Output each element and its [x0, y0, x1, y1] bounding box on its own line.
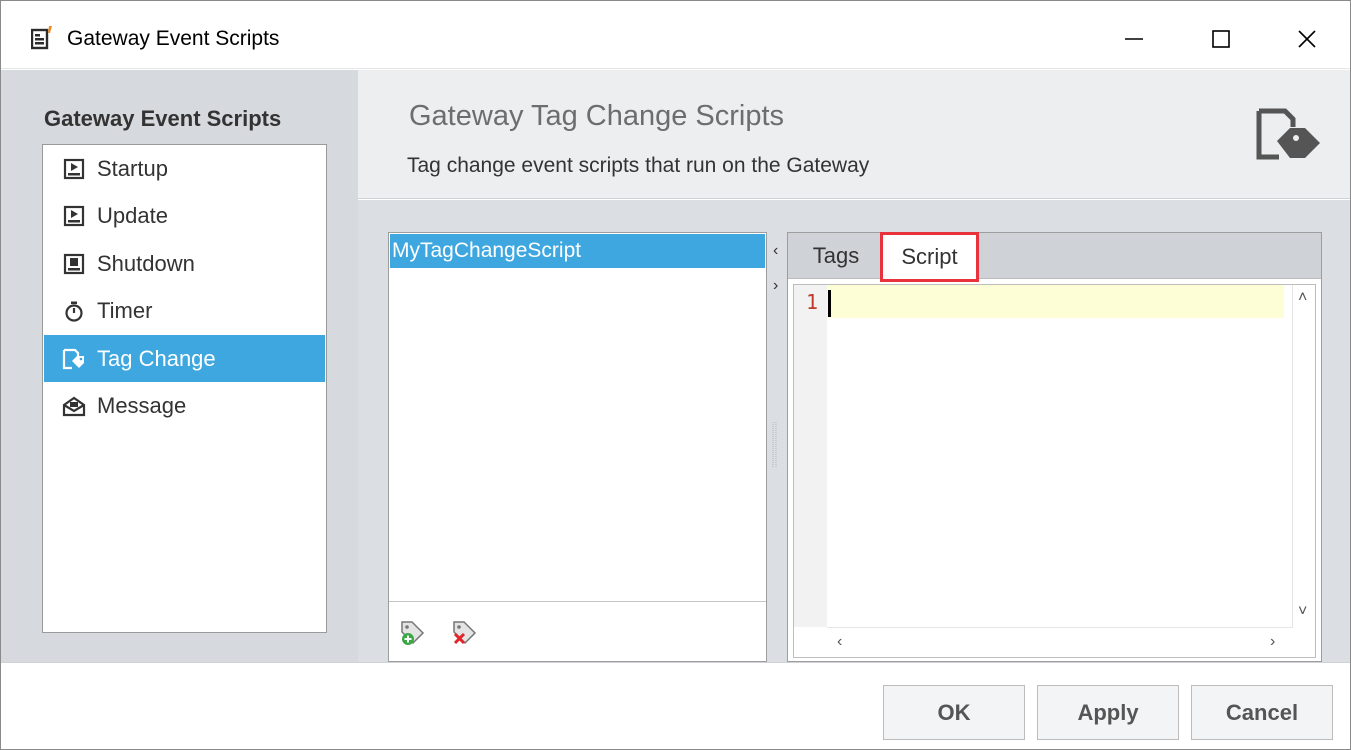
tab-script[interactable]: Script: [880, 232, 979, 282]
sidebar-item-update[interactable]: Update: [44, 192, 325, 239]
apply-button[interactable]: Apply: [1037, 685, 1179, 740]
sidebar-item-label: Tag Change: [97, 345, 216, 371]
horizontal-scrollbar[interactable]: ‹ ›: [827, 627, 1293, 657]
add-tag-icon[interactable]: [399, 619, 427, 647]
cancel-button[interactable]: Cancel: [1191, 685, 1333, 740]
stopwatch-icon: [62, 299, 86, 323]
maximize-button[interactable]: [1198, 19, 1244, 59]
sidebar-item-startup[interactable]: Startup: [44, 145, 325, 192]
page-title: Gateway Tag Change Scripts: [409, 100, 785, 132]
dialog-footer: OK Apply Cancel: [1, 662, 1350, 749]
app-icon: [30, 26, 53, 50]
title-bar: Gateway Event Scripts: [1, 1, 1350, 69]
scroll-up-icon[interactable]: ˄: [1298, 289, 1307, 307]
scroll-down-icon[interactable]: ˅: [1298, 603, 1307, 621]
ok-button[interactable]: OK: [883, 685, 1025, 740]
tag-page-icon: [1255, 107, 1323, 163]
sidebar-item-tag-change[interactable]: Tag Change: [44, 335, 325, 382]
script-editor-panel: Tags Script 1 ˄ ˅ ‹ ›: [787, 232, 1322, 662]
stop-page-icon: [62, 252, 86, 276]
close-button[interactable]: [1284, 19, 1330, 59]
sidebar-item-label: Shutdown: [97, 250, 195, 276]
scroll-left-icon[interactable]: ‹: [837, 633, 842, 651]
close-icon: [1298, 30, 1316, 48]
collapse-right-icon[interactable]: ›: [773, 277, 778, 295]
event-type-panel: Gateway Event Scripts Startup Update Shu…: [1, 70, 358, 662]
window-title: Gateway Event Scripts: [67, 27, 280, 50]
sidebar-item-shutdown[interactable]: Shutdown: [44, 240, 325, 287]
sidebar-item-label: Update: [97, 202, 168, 228]
line-number: 1: [806, 290, 819, 314]
code-editor[interactable]: 1 ˄ ˅ ‹ ›: [793, 284, 1316, 658]
play-page-icon: [62, 157, 86, 181]
collapse-left-icon[interactable]: ‹: [773, 242, 778, 260]
tab-tags[interactable]: Tags: [794, 233, 878, 279]
envelope-icon: [62, 394, 86, 418]
split-handle[interactable]: [772, 422, 778, 468]
scroll-right-icon[interactable]: ›: [1270, 633, 1275, 651]
page-subtitle: Tag change event scripts that run on the…: [407, 154, 870, 177]
tag-page-icon: [62, 347, 86, 371]
minimize-button[interactable]: [1111, 19, 1157, 59]
page-header: Gateway Tag Change Scripts Tag change ev…: [358, 70, 1350, 199]
sidebar-item-label: Timer: [97, 297, 153, 323]
content-area: MyTagChangeScript ‹ › Tags Script 1 ˄ ˅ …: [358, 200, 1350, 662]
line-number-gutter: 1: [794, 285, 827, 627]
tab-bar: Tags Script: [788, 232, 1321, 282]
list-item[interactable]: MyTagChangeScript: [390, 234, 765, 268]
text-caret: [828, 290, 831, 317]
script-list-toolbar: [389, 601, 766, 661]
sidebar-item-label: Startup: [97, 155, 168, 181]
delete-tag-icon[interactable]: [451, 619, 479, 647]
sidebar-item-message[interactable]: Message: [44, 382, 325, 429]
sidebar-item-label: Message: [97, 392, 187, 418]
script-list: MyTagChangeScript: [388, 232, 767, 662]
play-page-icon: [62, 204, 86, 228]
current-line-highlight: [827, 285, 1284, 318]
sidebar-item-timer[interactable]: Timer: [44, 287, 325, 334]
sidebar-heading: Gateway Event Scripts: [44, 106, 282, 131]
maximize-icon: [1212, 30, 1230, 48]
minimize-icon: [1125, 38, 1143, 40]
gateway-event-scripts-dialog: Gateway Event Scripts Gateway Event Scri…: [0, 0, 1351, 750]
vertical-scrollbar[interactable]: ˄ ˅: [1292, 285, 1315, 627]
event-type-list: Startup Update Shutdown Timer Tag Change…: [42, 144, 327, 633]
